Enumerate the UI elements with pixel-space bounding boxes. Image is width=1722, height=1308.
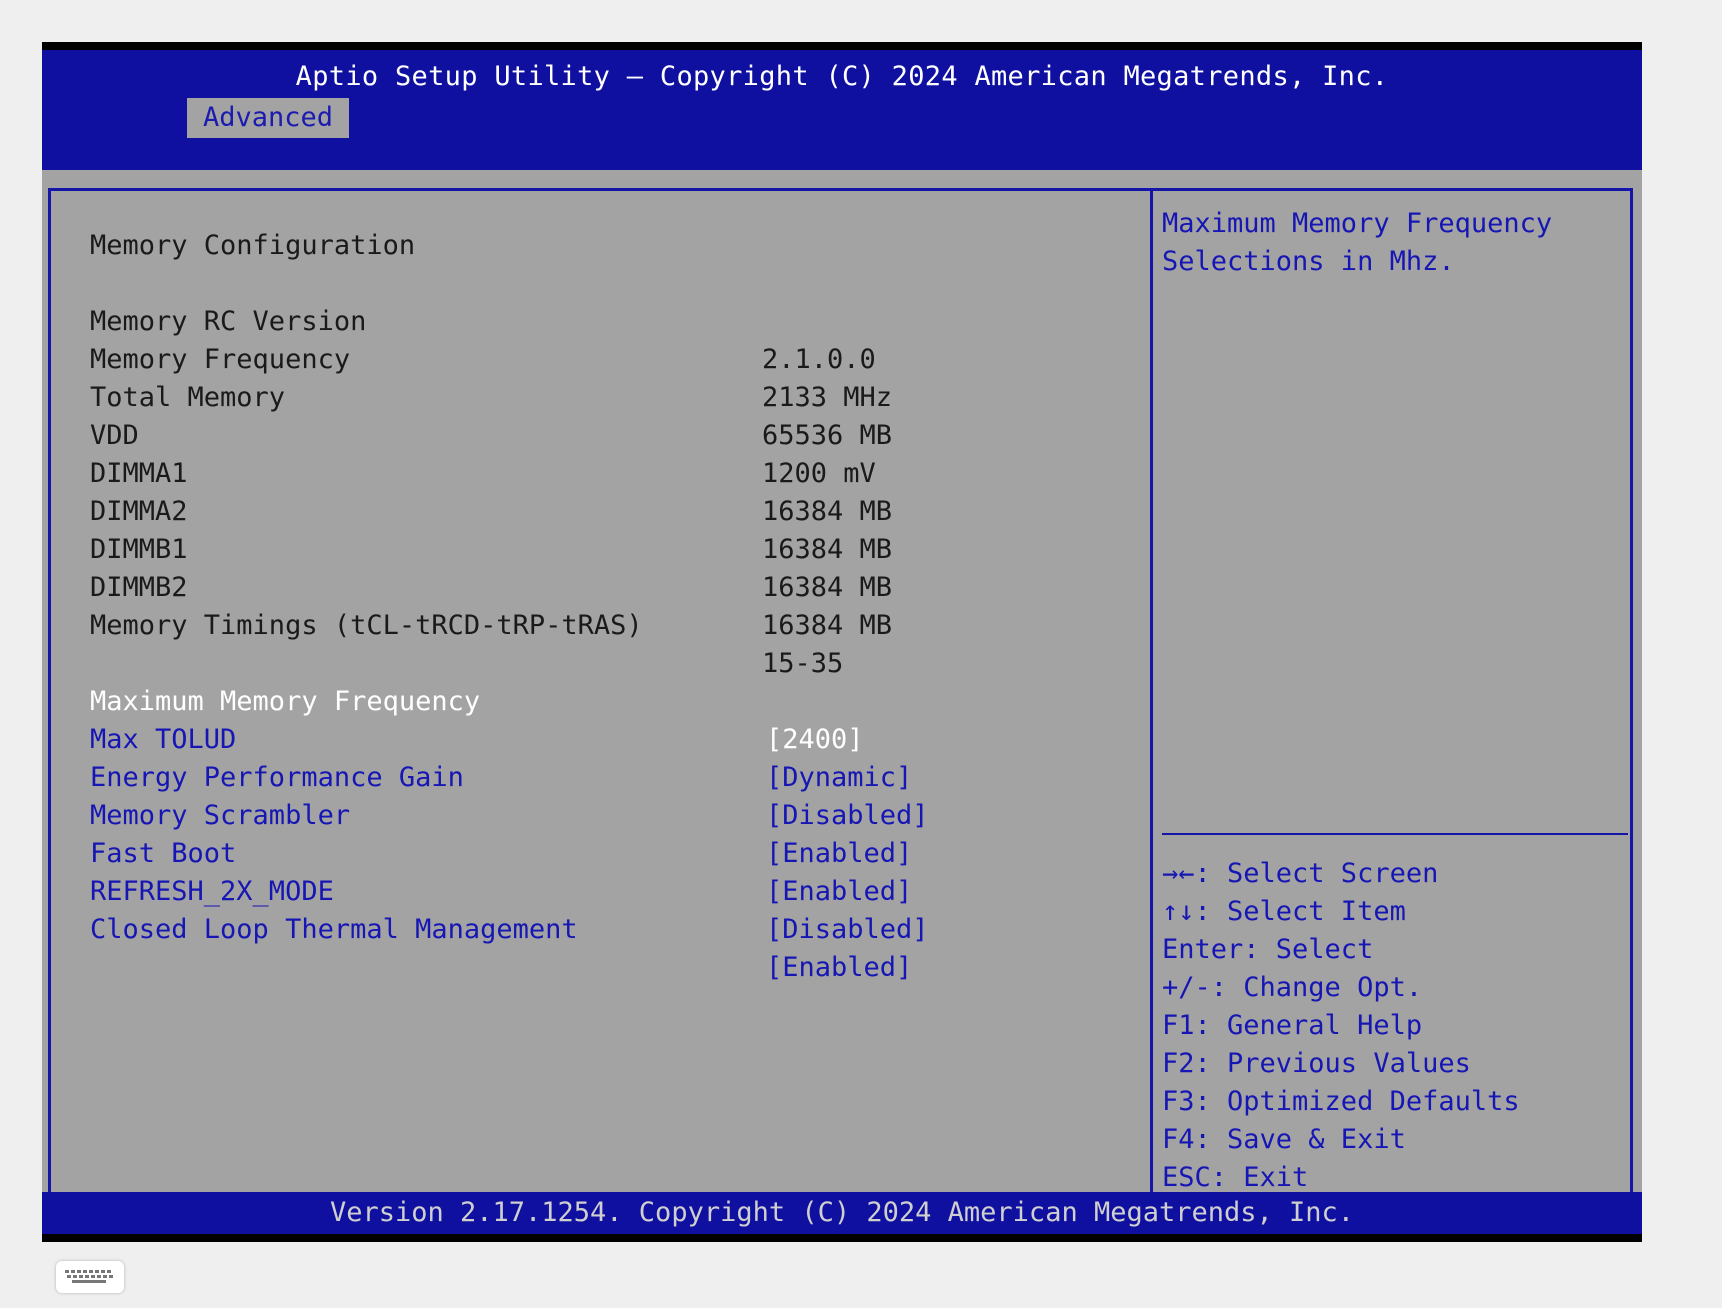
key-help-item: ↑↓: Select Item [1162, 896, 1406, 927]
window-title: Aptio Setup Utility – Copyright (C) 2024… [295, 61, 1389, 92]
info-row: Memory Frequency 2133 MHz [90, 303, 1140, 413]
option-closed-loop-thermal-management[interactable]: Closed Loop Thermal Management [Enabled] [90, 873, 1140, 983]
main-panel: Memory Configuration Memory RC Version 2… [42, 170, 1642, 1232]
option-value[interactable]: [Disabled] [766, 911, 929, 949]
keyboard-glyph [65, 1270, 113, 1283]
option-value[interactable]: [Enabled] [766, 949, 912, 987]
option-max-tolud[interactable]: Max TOLUD [Dynamic] [90, 683, 1140, 793]
option-fast-boot[interactable]: Fast Boot [Enabled] [90, 797, 1140, 907]
key-help-item: +/-: Change Opt. [1162, 972, 1423, 1003]
help-divider [1162, 833, 1628, 835]
info-row: DIMMB1 16384 MB [90, 493, 1140, 603]
option-memory-scrambler[interactable]: Memory Scrambler [Enabled] [90, 759, 1140, 869]
key-help-item: F4: Save & Exit [1162, 1124, 1406, 1155]
info-row: DIMMB2 16384 MB [90, 531, 1140, 641]
info-value: 16384 MB [762, 610, 893, 641]
key-help-item: Enter: Select [1162, 934, 1374, 965]
keyboard-icon[interactable] [56, 1261, 124, 1293]
info-row: DIMMA1 16384 MB [90, 417, 1140, 527]
key-help-item: F1: General Help [1162, 1010, 1423, 1041]
info-row: Memory RC Version 2.1.0.0 [90, 265, 1140, 375]
info-row: Memory Timings (tCL-tRCD-tRP-tRAS) 15-35 [90, 569, 1140, 679]
bios-screen: Aptio Setup Utility – Copyright (C) 2024… [42, 42, 1642, 1242]
section-title: Memory Configuration [90, 230, 416, 261]
help-text: Maximum Memory Frequency Selections in M… [1162, 205, 1622, 281]
vertical-divider [1150, 188, 1153, 1213]
info-row: DIMMA2 16384 MB [90, 455, 1140, 565]
option-label: Closed Loop Thermal Management [90, 914, 578, 945]
tab-advanced[interactable]: Advanced [187, 98, 350, 138]
key-legend: →←: Select Screen ↑↓: Select Item Enter:… [1162, 855, 1520, 1197]
option-energy-performance-gain[interactable]: Energy Performance Gain [Disabled] [90, 721, 1140, 831]
help-line: Selections in Mhz. [1162, 246, 1455, 277]
key-help-item: F3: Optimized Defaults [1162, 1086, 1520, 1117]
header-bar: Aptio Setup Utility – Copyright (C) 2024… [42, 50, 1642, 170]
option-maximum-memory-frequency[interactable]: Maximum Memory Frequency [2400] [90, 645, 1140, 755]
option-refresh-2x-mode[interactable]: REFRESH_2X_MODE [Disabled] [90, 835, 1140, 945]
info-row: VDD 1200 mV [90, 379, 1140, 489]
help-line: Maximum Memory Frequency [1162, 208, 1553, 239]
info-row: Total Memory 65536 MB [90, 341, 1140, 451]
footer-version: Version 2.17.1254. Copyright (C) 2024 Am… [42, 1192, 1642, 1234]
info-label: Memory Timings (tCL-tRCD-tRP-tRAS) [90, 610, 643, 641]
key-help-item: F2: Previous Values [1162, 1048, 1471, 1079]
key-help-item: →←: Select Screen [1162, 858, 1439, 889]
